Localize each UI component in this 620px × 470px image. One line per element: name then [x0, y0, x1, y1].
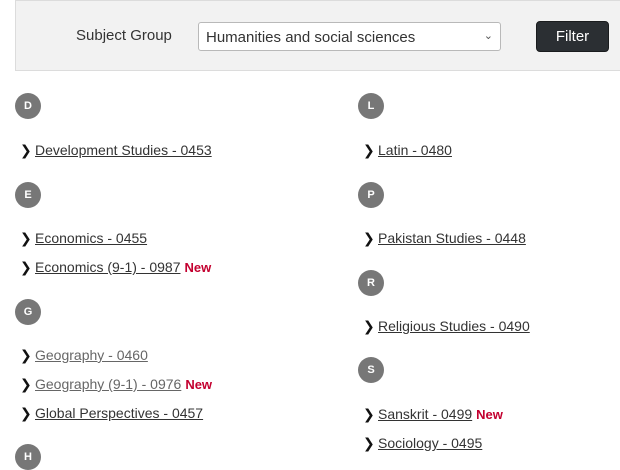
chevron-right-icon: ❯: [20, 347, 32, 363]
page: Subject Group Humanities and social scie…: [0, 0, 620, 470]
subject-link-pakistan-studies[interactable]: ❯ Pakistan Studies - 0448: [363, 229, 526, 247]
subject-link-sociology[interactable]: ❯ Sociology - 0495: [363, 434, 482, 452]
letter-heading-g: G: [15, 299, 41, 325]
filter-button[interactable]: Filter: [536, 21, 609, 52]
subject-link-label[interactable]: Geography (9-1) - 0976: [35, 376, 181, 392]
subject-link-economics-9-1[interactable]: ❯ Economics (9-1) - 0987 New: [20, 258, 211, 276]
letter-heading-s: S: [358, 357, 384, 383]
chevron-right-icon: ❯: [363, 142, 375, 158]
chevron-right-icon: ❯: [20, 405, 32, 421]
subject-link-geography-9-1[interactable]: ❯ Geography (9-1) - 0976 New: [20, 375, 212, 393]
letter-heading-r: R: [358, 270, 384, 296]
subject-group-selected-value: Humanities and social sciences: [206, 29, 416, 46]
subject-link-label[interactable]: Latin - 0480: [378, 142, 452, 158]
chevron-right-icon: ❯: [363, 230, 375, 246]
chevron-right-icon: ❯: [20, 142, 32, 158]
subject-link-label[interactable]: Economics (9-1) - 0987: [35, 259, 181, 275]
subject-link-label[interactable]: Sociology - 0495: [378, 435, 482, 451]
subject-link-label[interactable]: Religious Studies - 0490: [378, 318, 530, 334]
subject-link-religious-studies[interactable]: ❯ Religious Studies - 0490: [363, 317, 530, 335]
subject-link-sanskrit[interactable]: ❯ Sanskrit - 0499 New: [363, 405, 503, 423]
subject-link-economics[interactable]: ❯ Economics - 0455: [20, 229, 147, 247]
chevron-right-icon: ❯: [363, 406, 375, 422]
subject-link-label[interactable]: Geography - 0460: [35, 347, 148, 363]
chevron-right-icon: ❯: [363, 435, 375, 451]
subject-group-label: Subject Group: [76, 27, 172, 44]
subject-link-label[interactable]: Development Studies - 0453: [35, 142, 212, 158]
subject-link-development-studies[interactable]: ❯ Development Studies - 0453: [20, 141, 212, 159]
subject-link-label[interactable]: Sanskrit - 0499: [378, 406, 472, 422]
letter-heading-d: D: [15, 93, 41, 119]
subject-link-global-perspectives[interactable]: ❯ Global Perspectives - 0457: [20, 404, 203, 422]
letter-heading-h: H: [15, 444, 41, 470]
letter-heading-l: L: [358, 93, 384, 119]
letter-heading-p: P: [358, 182, 384, 208]
new-badge: New: [476, 407, 503, 422]
chevron-right-icon: ❯: [20, 376, 32, 392]
new-badge: New: [184, 260, 212, 275]
chevron-down-icon: ⌄: [483, 30, 493, 42]
subject-link-label[interactable]: Pakistan Studies - 0448: [378, 230, 526, 246]
new-badge: New: [185, 377, 213, 392]
subject-group-select[interactable]: Humanities and social sciences ⌄: [198, 22, 501, 51]
chevron-right-icon: ❯: [20, 259, 32, 275]
chevron-right-icon: ❯: [20, 230, 32, 246]
chevron-right-icon: ❯: [363, 318, 375, 334]
subject-link-latin[interactable]: ❯ Latin - 0480: [363, 141, 452, 159]
subject-link-geography[interactable]: ❯ Geography - 0460: [20, 346, 148, 364]
filter-bar: Subject Group Humanities and social scie…: [15, 0, 620, 71]
subject-link-label[interactable]: Global Perspectives - 0457: [35, 405, 203, 421]
letter-heading-e: E: [15, 182, 41, 208]
subject-link-label[interactable]: Economics - 0455: [35, 230, 147, 246]
